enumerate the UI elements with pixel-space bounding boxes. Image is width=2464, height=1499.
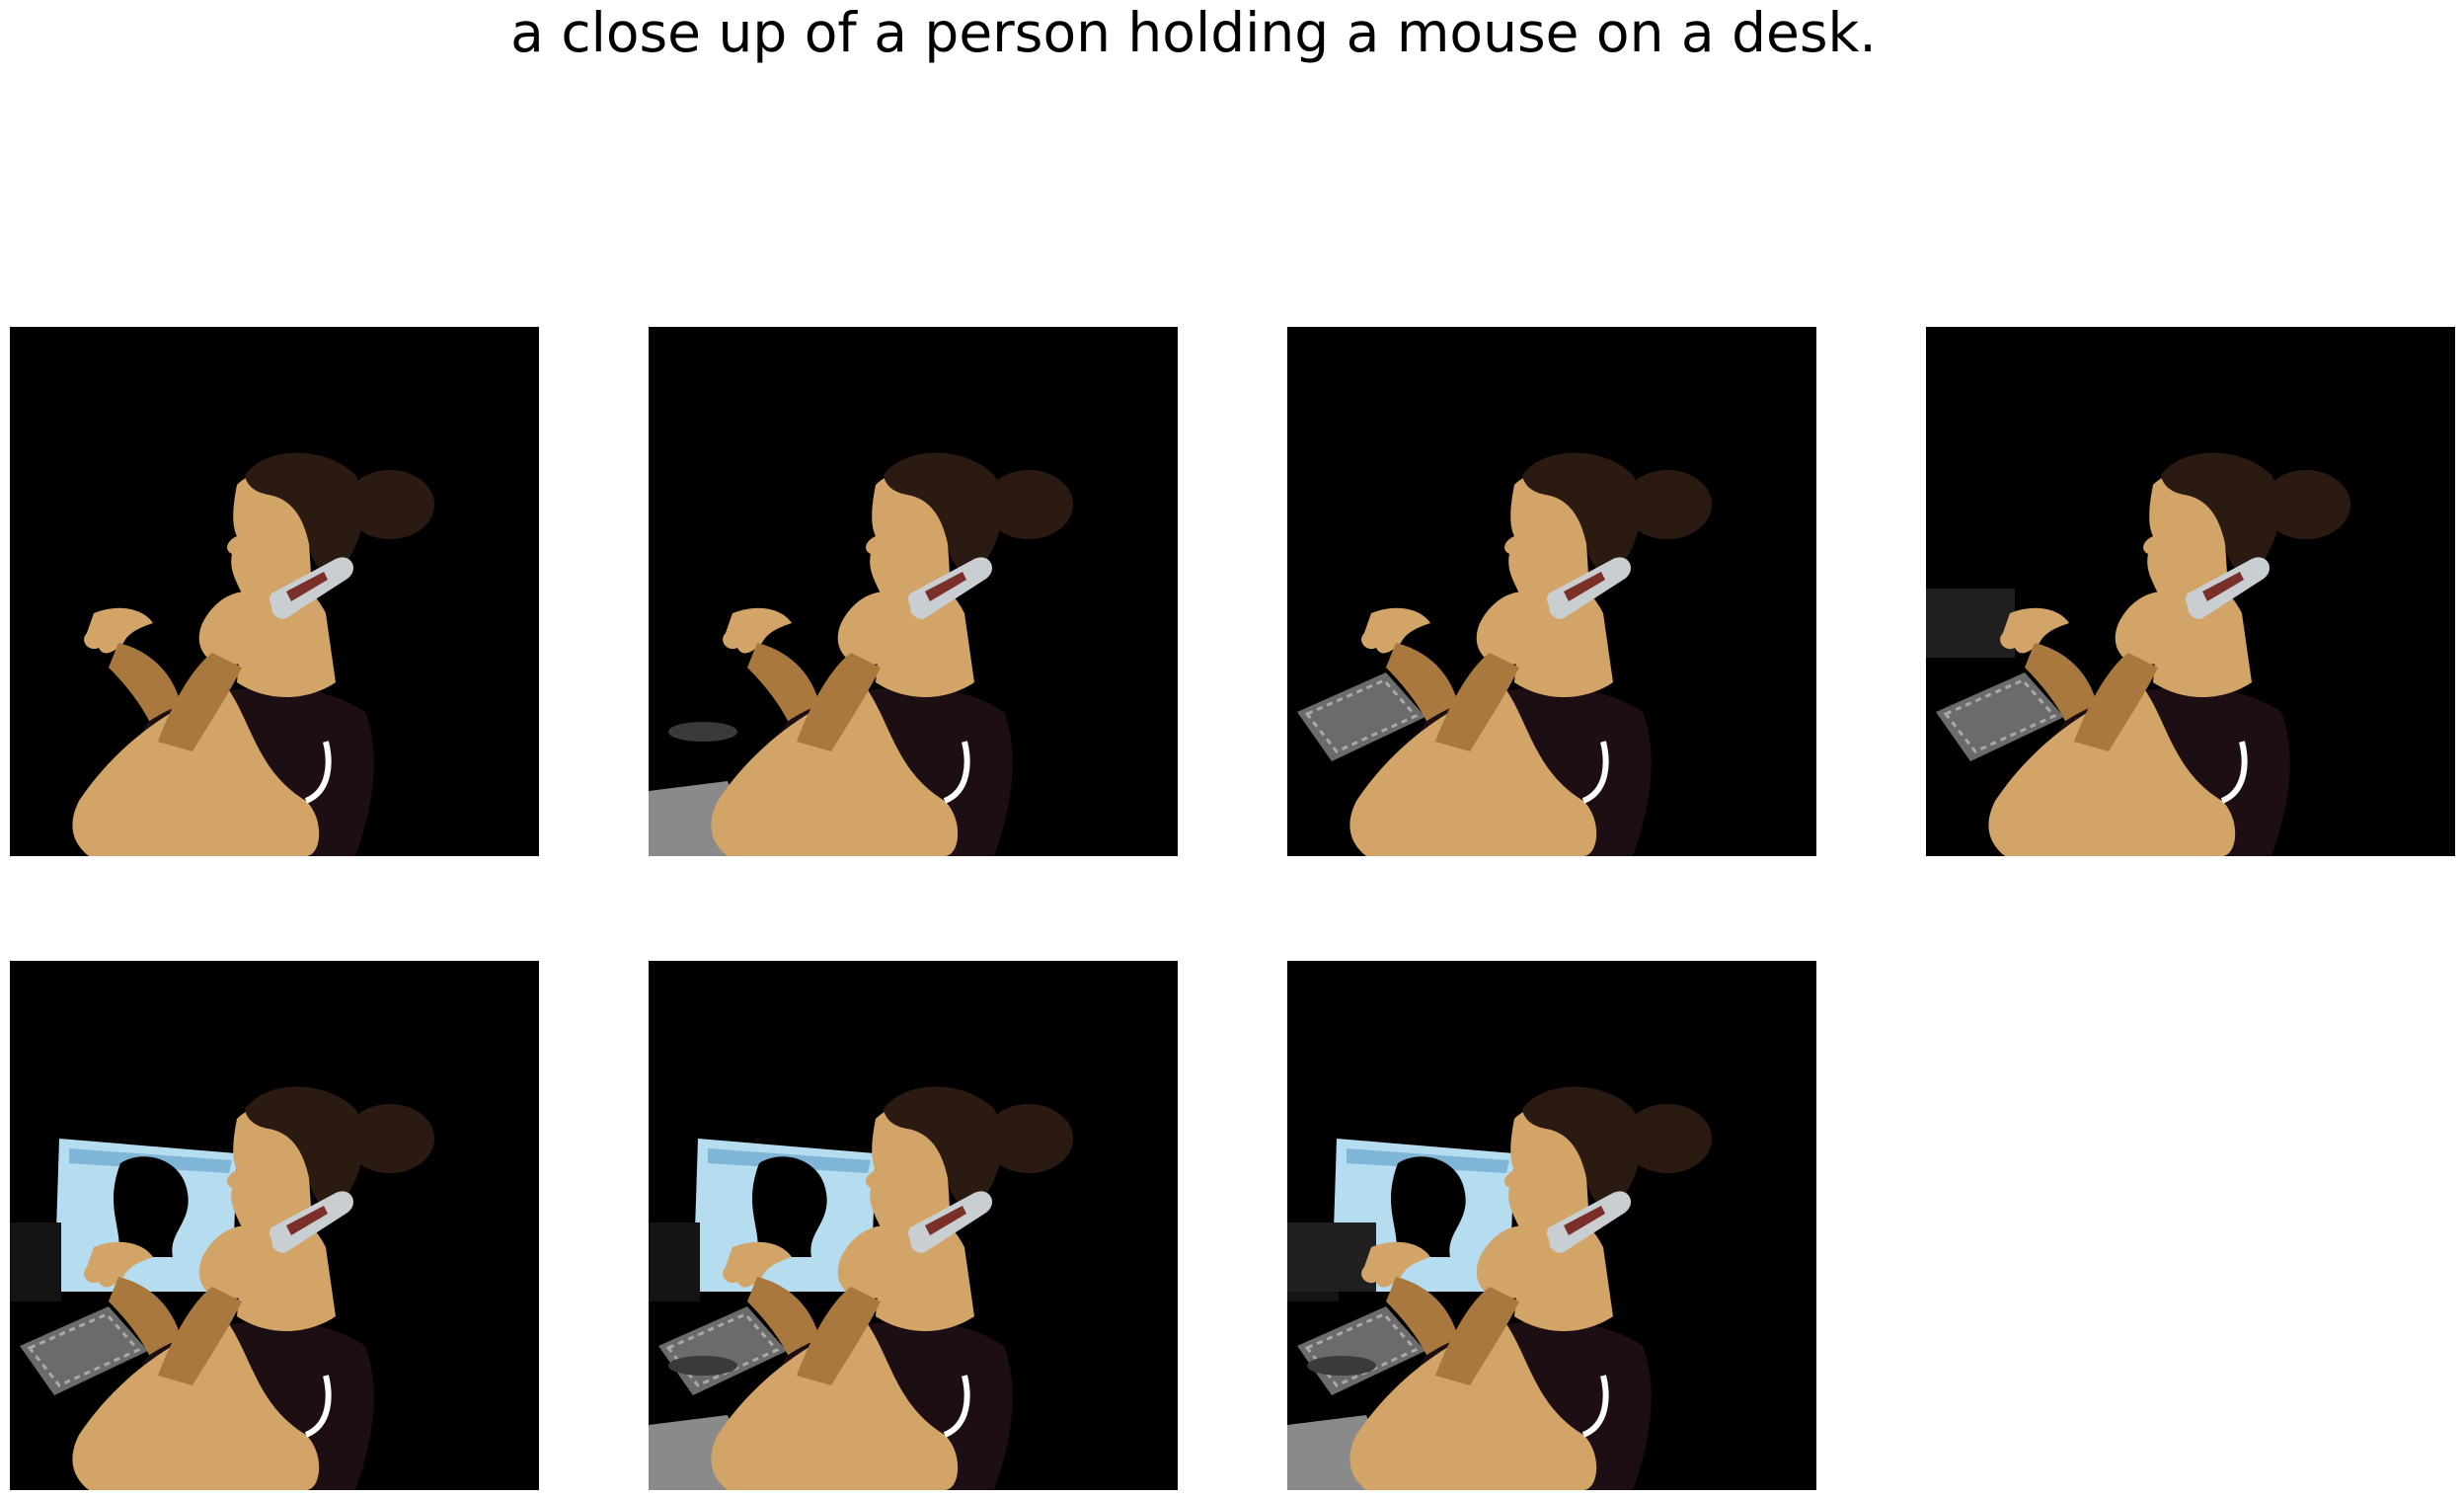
mouse-shape bbox=[1307, 1356, 1376, 1376]
hair-bun bbox=[1623, 1104, 1712, 1173]
hair-bun bbox=[984, 1104, 1073, 1173]
hair-bun bbox=[2262, 470, 2350, 539]
panel-image bbox=[1926, 327, 2455, 856]
panel-image bbox=[10, 327, 539, 856]
image-panel-6 bbox=[649, 961, 1178, 1490]
mouse-shape bbox=[668, 722, 737, 742]
image-panel-2 bbox=[649, 327, 1178, 856]
hair-bun bbox=[1623, 470, 1712, 539]
figure-caption: a close up of a person holding a mouse o… bbox=[510, 1, 1877, 64]
panel-image bbox=[1287, 327, 1816, 856]
panel-image bbox=[1287, 961, 1816, 1490]
panel-image bbox=[10, 961, 539, 1490]
hair-bun bbox=[984, 470, 1073, 539]
image-panel-3 bbox=[1287, 327, 1816, 856]
speaker bbox=[649, 1223, 700, 1302]
hair-bun bbox=[346, 1104, 434, 1173]
desk-object bbox=[1287, 1223, 1376, 1292]
desk-object bbox=[1926, 589, 2015, 658]
mouse-shape bbox=[668, 1356, 737, 1376]
panel-image bbox=[649, 961, 1178, 1490]
panel-image bbox=[649, 327, 1178, 856]
hair-bun bbox=[346, 470, 434, 539]
image-panel-4 bbox=[1926, 327, 2455, 856]
image-panel-5 bbox=[10, 961, 539, 1490]
speaker bbox=[10, 1223, 61, 1302]
image-panel-7 bbox=[1287, 961, 1816, 1490]
image-panel-1 bbox=[10, 327, 539, 856]
